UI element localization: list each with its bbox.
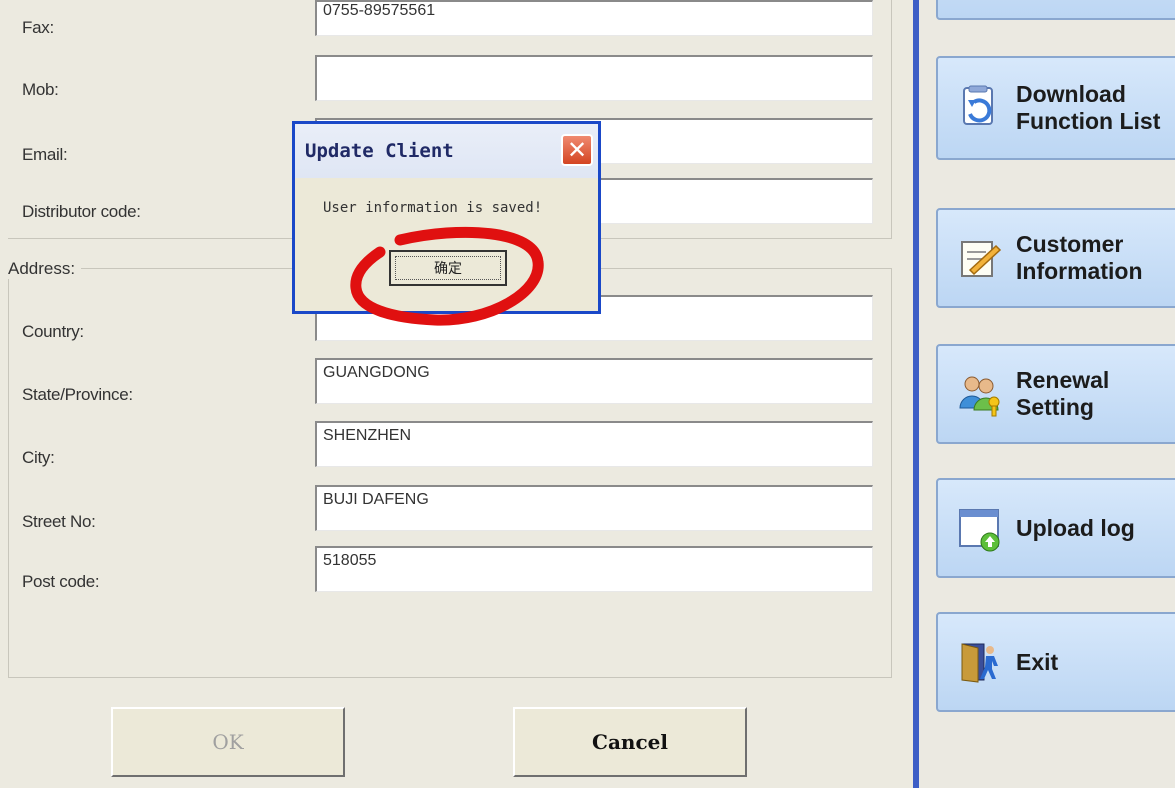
sidebar-item-partial-top[interactable] (936, 0, 1175, 20)
dialog-message: User information is saved! (323, 200, 543, 216)
address-group-right-border (891, 268, 892, 678)
mob-label: Mob: (22, 80, 59, 99)
dialog-title: Update Client (305, 140, 454, 162)
sidebar-item-label: Renewal Setting (1016, 367, 1110, 420)
address-group-title: Address: (8, 259, 82, 279)
email-label: Email: (22, 145, 68, 164)
update-client-dialog: Update Client ✕ User information is save… (292, 121, 601, 314)
post-code-label: Post code: (22, 572, 100, 591)
top-group-right-border (891, 0, 892, 239)
sidebar-item-label: Customer Information (1016, 231, 1143, 284)
state-province-label: State/Province: (22, 385, 133, 404)
mob-field[interactable] (315, 55, 873, 101)
sidebar-item-download-function-list[interactable]: Download Function List (936, 56, 1175, 160)
sidebar-item-label: Exit (1016, 648, 1059, 675)
fax-label: Fax: (22, 18, 54, 37)
dialog-confirm-label: 确定 (395, 256, 501, 280)
renewal-users-icon (956, 370, 1004, 418)
exit-door-icon (956, 638, 1004, 686)
sidebar-item-customer-information[interactable]: Customer Information (936, 208, 1175, 308)
address-group-left-border (8, 268, 9, 678)
state-province-field[interactable]: GUANGDONG (315, 358, 873, 404)
upload-log-icon (956, 504, 1004, 552)
country-label: Country: (22, 322, 84, 341)
sidebar-item-label: Download Function List (1016, 81, 1161, 134)
close-icon[interactable]: ✕ (561, 134, 593, 166)
street-no-label: Street No: (22, 512, 96, 531)
download-icon (956, 84, 1004, 132)
sidebar-item-label: Upload log (1016, 514, 1135, 541)
client-info-form: Fax: 0755-89575561 Mob: Email: Distribut… (0, 0, 915, 788)
ok-button[interactable]: OK (111, 707, 345, 777)
dialog-title-bar[interactable]: Update Client ✕ (295, 124, 598, 178)
address-group-bottom-border (8, 677, 892, 678)
customer-info-icon (956, 234, 1004, 282)
post-code-field[interactable]: 518055 (315, 546, 873, 592)
city-field[interactable]: SHENZHEN (315, 421, 873, 467)
sidebar-item-upload-log[interactable]: Upload log (936, 478, 1175, 578)
distributor-code-label: Distributor code: (22, 202, 141, 221)
city-label: City: (22, 448, 55, 467)
street-no-field[interactable]: BUJI DAFENG (315, 485, 873, 531)
sidebar-item-renewal-setting[interactable]: Renewal Setting (936, 344, 1175, 444)
dialog-confirm-button[interactable]: 确定 (389, 250, 507, 286)
cancel-button[interactable]: Cancel (513, 707, 747, 777)
fax-field[interactable]: 0755-89575561 (315, 0, 873, 36)
sidebar-item-exit[interactable]: Exit (936, 612, 1175, 712)
